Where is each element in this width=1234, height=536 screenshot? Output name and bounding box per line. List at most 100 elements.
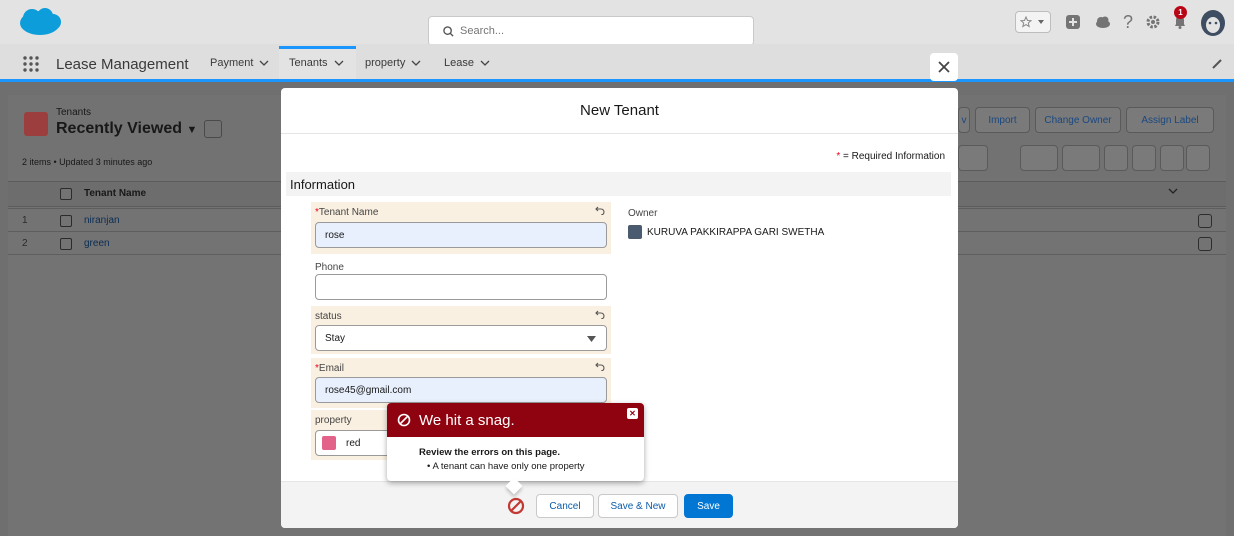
- ban-icon: [397, 413, 411, 427]
- cancel-button[interactable]: Cancel: [536, 494, 594, 518]
- button-label: Import: [988, 114, 1017, 126]
- help-button[interactable]: ?: [1118, 11, 1138, 33]
- owner-avatar-icon: [628, 225, 642, 239]
- star-icon: [1020, 16, 1032, 28]
- tenant-object-icon: [24, 112, 48, 136]
- row-number: 2: [22, 238, 28, 249]
- charts-button[interactable]: [1160, 145, 1184, 171]
- row-actions-button[interactable]: [1198, 214, 1212, 228]
- global-actions-button[interactable]: [1063, 11, 1083, 33]
- selected-value: Stay: [325, 332, 346, 344]
- column-chevron-icon[interactable]: [1168, 187, 1178, 195]
- section-header[interactable]: Information: [286, 172, 951, 196]
- edit-list-button[interactable]: [1132, 145, 1156, 171]
- list-view-selector[interactable]: Recently Viewed ▼: [56, 120, 197, 138]
- column-header-tenant-name[interactable]: Tenant Name: [84, 188, 146, 199]
- global-search-input[interactable]: Search...: [428, 16, 754, 46]
- chevron-down-icon[interactable]: [480, 59, 490, 67]
- grid-icon: [23, 56, 39, 72]
- partial-button[interactable]: v: [958, 107, 970, 133]
- tab-property[interactable]: property: [365, 57, 421, 69]
- chevron-down-icon[interactable]: [411, 59, 421, 67]
- field-label: *Email: [315, 363, 344, 374]
- label-text: Email: [318, 363, 344, 374]
- avatar-icon: [1201, 10, 1225, 36]
- list-search-input[interactable]: [958, 145, 988, 171]
- button-label: v: [961, 114, 967, 126]
- status-field: status Stay: [311, 306, 611, 354]
- tab-label: property: [365, 57, 406, 69]
- trailhead-button[interactable]: [1093, 11, 1113, 33]
- error-popover-header: We hit a snag.: [387, 403, 644, 437]
- owner-label: Owner: [628, 208, 658, 219]
- pencil-icon: [1212, 59, 1222, 69]
- tab-label: Payment: [210, 57, 254, 69]
- lookup-value: red: [346, 437, 361, 449]
- tab-label: Tenants: [289, 57, 328, 69]
- app-name: Lease Management: [56, 56, 189, 73]
- tenant-link[interactable]: green: [84, 238, 110, 249]
- import-button[interactable]: Import: [975, 107, 1030, 133]
- tab-lease[interactable]: Lease: [444, 57, 490, 69]
- owner-name: KURUVA PAKKIRAPPA GARI SWETHA: [647, 226, 825, 238]
- phone-input[interactable]: [315, 274, 607, 300]
- app-launcher-button[interactable]: [22, 55, 40, 73]
- save-button[interactable]: Save: [684, 494, 733, 518]
- error-close-button[interactable]: ✕: [627, 408, 638, 419]
- pin-list-button[interactable]: [204, 120, 222, 138]
- assign-label-button[interactable]: Assign Label: [1126, 107, 1214, 133]
- error-title: We hit a snag.: [419, 411, 515, 429]
- row-checkbox[interactable]: [60, 238, 72, 250]
- salesforce-logo[interactable]: [18, 7, 62, 37]
- field-label: *Tenant Name: [315, 207, 378, 218]
- error-popover: We hit a snag. ✕ Review the errors on th…: [387, 403, 644, 495]
- close-icon: ✕: [629, 409, 636, 418]
- error-toggle-button[interactable]: [507, 497, 525, 515]
- row-actions-button[interactable]: [1198, 237, 1212, 251]
- email-field: *Email rose45@gmail.com: [311, 358, 611, 408]
- change-owner-button[interactable]: Change Owner: [1035, 107, 1121, 133]
- select-all-checkbox[interactable]: [60, 188, 72, 200]
- gear-icon: [1146, 15, 1160, 29]
- field-label: status: [315, 311, 342, 322]
- tenant-name-input[interactable]: rose: [315, 222, 607, 248]
- error-subtitle: Review the errors on this page.: [419, 447, 560, 458]
- owner-value[interactable]: KURUVA PAKKIRAPPA GARI SWETHA: [628, 225, 824, 239]
- refresh-button[interactable]: [1104, 145, 1128, 171]
- label-text: Phone: [315, 262, 344, 273]
- undo-icon[interactable]: [595, 205, 605, 215]
- chevron-down-icon[interactable]: [334, 59, 344, 67]
- tab-tenants[interactable]: Tenants: [289, 57, 344, 69]
- undo-icon[interactable]: [595, 309, 605, 319]
- caret-down-icon: ▼: [186, 124, 198, 136]
- list-settings-button[interactable]: [1020, 145, 1058, 171]
- email-input[interactable]: rose45@gmail.com: [315, 377, 607, 403]
- display-as-button[interactable]: [1062, 145, 1100, 171]
- plus-icon: [1066, 15, 1080, 29]
- close-icon: [938, 61, 950, 73]
- required-info-note: * = Required Information: [836, 151, 945, 162]
- tab-label: Lease: [444, 57, 474, 69]
- tab-payment[interactable]: Payment: [210, 57, 269, 69]
- row-checkbox[interactable]: [60, 215, 72, 227]
- field-label: property: [315, 415, 352, 426]
- list-view-name: Recently Viewed: [56, 120, 182, 137]
- search-icon: [443, 25, 454, 37]
- filter-button[interactable]: [1186, 145, 1210, 171]
- setup-button[interactable]: [1143, 11, 1163, 33]
- notification-badge: 1: [1174, 6, 1187, 19]
- chevron-down-icon[interactable]: [259, 59, 269, 67]
- property-icon: [322, 436, 336, 450]
- list-meta: 2 items • Updated 3 minutes ago: [22, 157, 153, 167]
- edit-nav-button[interactable]: [1211, 58, 1223, 70]
- status-select[interactable]: Stay: [315, 325, 607, 351]
- modal-close-button[interactable]: [930, 53, 958, 81]
- chevron-down-icon: [1038, 20, 1044, 24]
- undo-icon[interactable]: [595, 361, 605, 371]
- required-text: = Required Information: [840, 151, 945, 162]
- save-and-new-button[interactable]: Save & New: [598, 494, 678, 518]
- tenant-link[interactable]: niranjan: [84, 215, 120, 226]
- object-label: Tenants: [56, 107, 92, 118]
- favorites-button[interactable]: [1015, 11, 1051, 33]
- user-avatar[interactable]: [1200, 8, 1226, 36]
